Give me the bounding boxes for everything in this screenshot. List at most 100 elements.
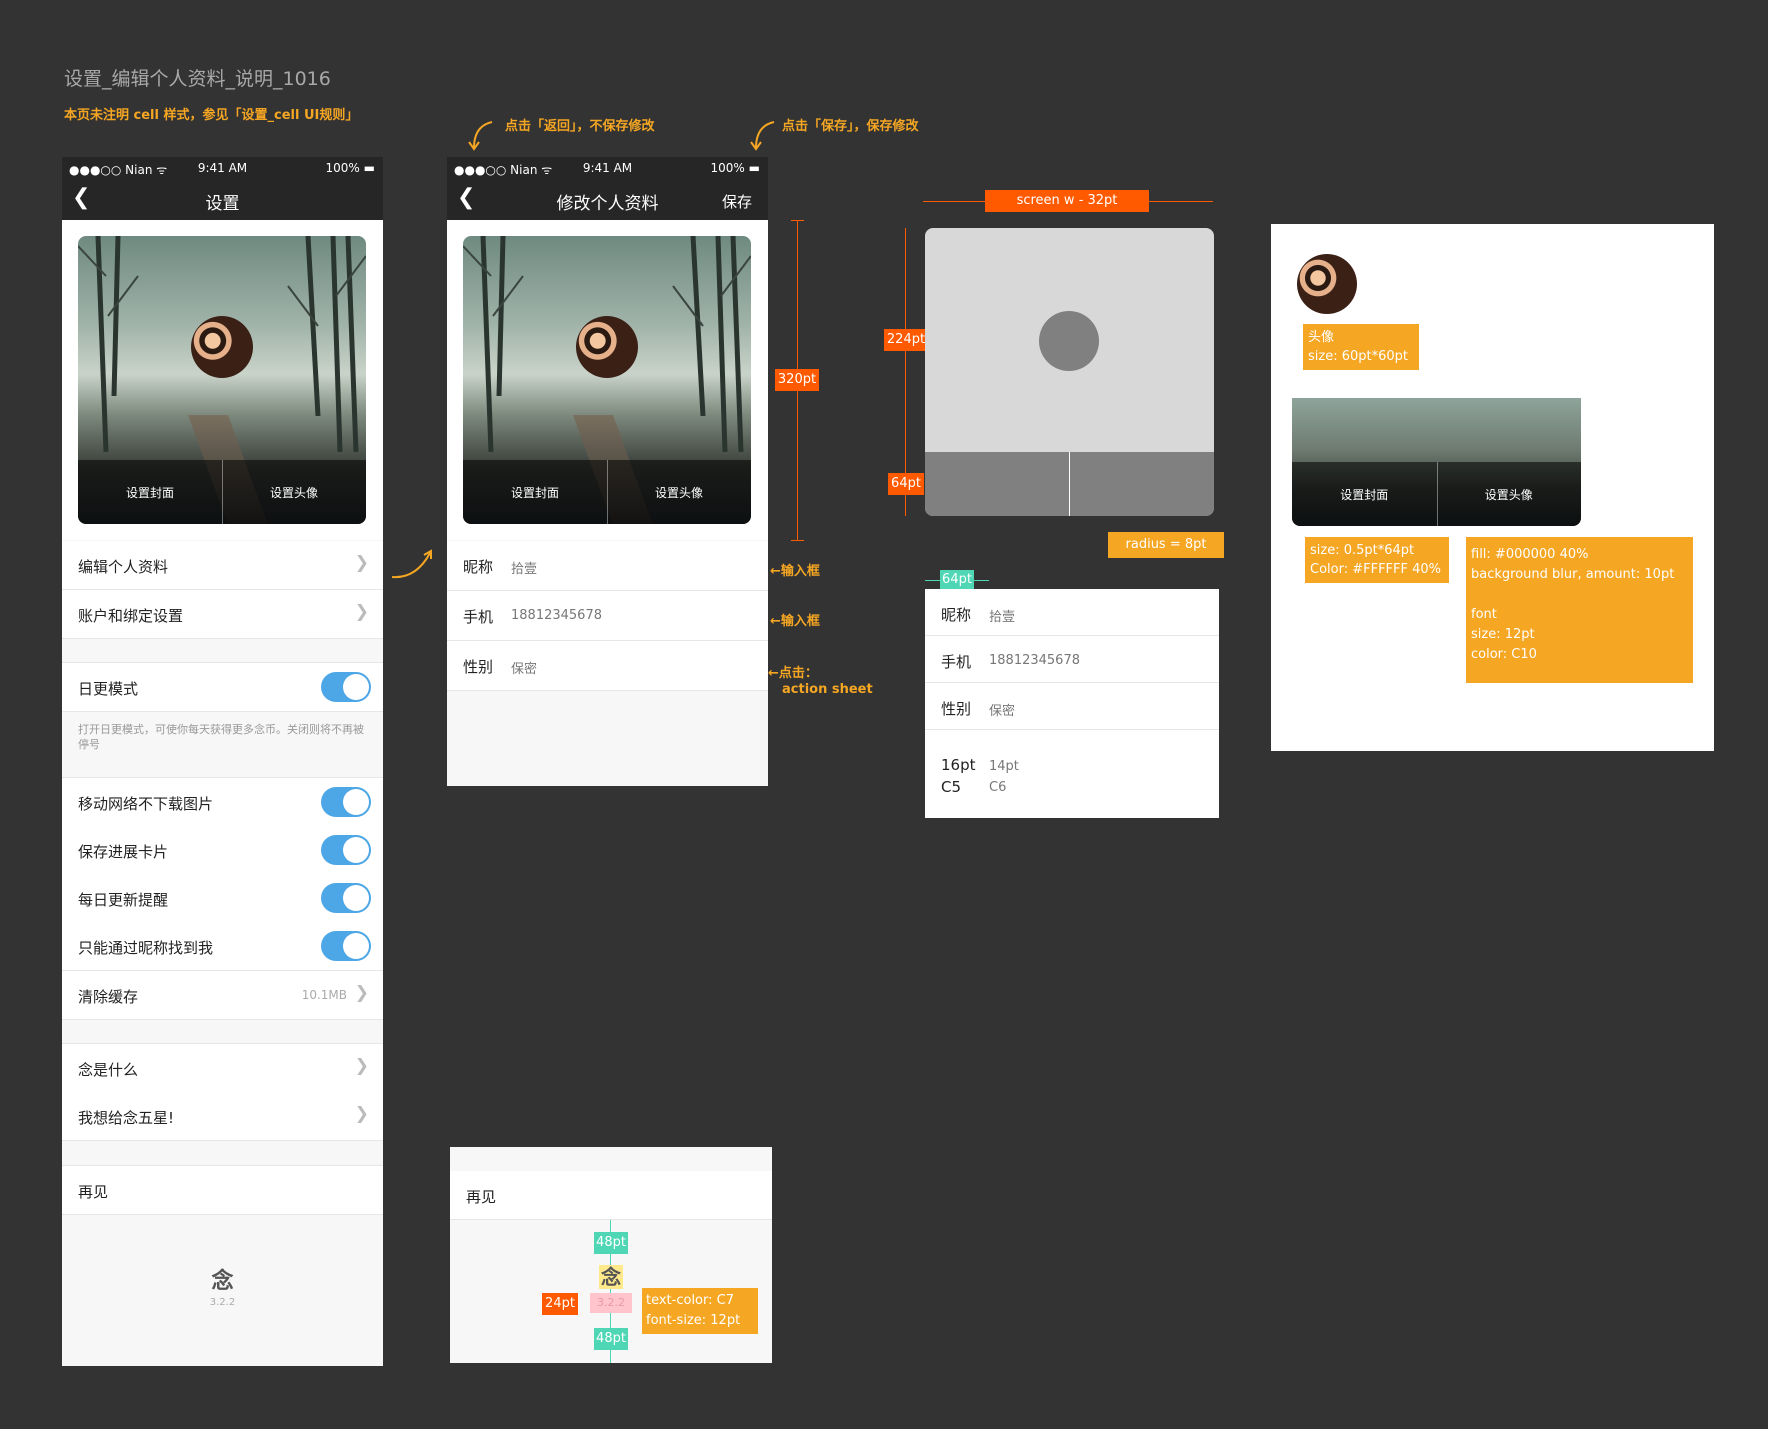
nickname-field[interactable]: 拾壹 [989, 606, 1015, 625]
page-note: 本页未注明 cell 样式，参见「设置_cell UI规则」 [64, 108, 359, 123]
set-cover-button[interactable]: 设置封面 [78, 484, 222, 501]
nav-title: 设置 [205, 194, 240, 214]
tap-annotation: ←点击： [768, 666, 818, 681]
find-by-nickname-toggle[interactable] [321, 931, 371, 961]
save-progress-card-cell: 保存进展卡片 [62, 826, 383, 875]
back-annotation: 点击「返回」，不保存修改 [505, 119, 655, 134]
value-font-color: C6 [989, 780, 1007, 795]
no-images-mobile-label: 移动网络不下载图片 [78, 795, 214, 813]
edit-profile-cell[interactable]: 编辑个人资料 ❯ [62, 541, 383, 590]
height-64-tag: 64pt [888, 473, 924, 495]
daily-mode-note: 打开日更模式，可使你每天获得更多念币。关闭则将不再被停号 [62, 722, 383, 772]
avatar[interactable] [191, 316, 253, 378]
avatar [1297, 254, 1357, 314]
what-is-nian-cell[interactable]: 念是什么 ❯ [62, 1043, 383, 1093]
gender-value: 保密 [511, 662, 538, 677]
set-avatar-button[interactable]: 设置头像 [222, 484, 366, 501]
cover-image[interactable]: 设置封面 设置头像 [463, 236, 751, 524]
divider-spec-color: Color: #FFFFFF 40% [1310, 562, 1442, 577]
bar-spec-blur: background blur, amount: 10pt [1471, 567, 1675, 582]
measure-cap [791, 540, 804, 541]
nickname-cell[interactable]: 昵称 拾壹 [925, 589, 1219, 636]
edit-profile-screen: ●●●○○ Nian ᯤ 9:41 AM 100% ▬ ❮ 修改个人资料 保存 … [447, 157, 768, 786]
gender-cell[interactable]: 性别 保密 [925, 683, 1219, 730]
cover-action-bar: 设置封面 设置头像 [463, 460, 751, 524]
set-avatar-button[interactable]: 设置头像 [607, 484, 751, 501]
avatar-spec: 头像 size: 60pt*60pt [1303, 324, 1419, 370]
nav-title: 修改个人资料 [556, 194, 659, 214]
nickname-field[interactable]: 拾壹 [511, 558, 537, 577]
nickname-label: 昵称 [463, 558, 494, 576]
rate-five-stars-cell[interactable]: 我想给念五星! ❯ [62, 1092, 383, 1141]
goodbye-cell[interactable]: 再见 [450, 1171, 772, 1220]
gender-value: 保密 [989, 704, 1016, 719]
daily-mode-label: 日更模式 [78, 680, 139, 698]
no-images-mobile-cell: 移动网络不下载图片 [62, 777, 383, 827]
app-version: 3.2.2 [209, 1297, 236, 1308]
avatar-spec-size: size: 60pt*60pt [1308, 349, 1409, 364]
daily-mode-toggle[interactable] [321, 672, 371, 702]
edit-profile-label: 编辑个人资料 [78, 558, 169, 576]
phone-cell[interactable]: 手机 18812345678 [925, 636, 1219, 683]
find-by-nickname-label: 只能通过昵称找到我 [78, 939, 214, 957]
gender-cell[interactable]: 性别 保密 [447, 641, 768, 691]
clear-cache-cell[interactable]: 清除缓存 10.1MB ❯ [62, 971, 383, 1020]
radius-tag: radius = 8pt [1108, 532, 1224, 558]
gap-24-tag: 24pt [542, 1293, 578, 1315]
nickname-cell[interactable]: 昵称 拾壹 [447, 541, 768, 591]
divider-spec: size: 0.5pt*64pt Color: #FFFFFF 40% [1305, 537, 1449, 583]
save-progress-card-toggle[interactable] [321, 835, 371, 865]
phone-cell[interactable]: 手机 18812345678 [447, 591, 768, 641]
divider-spec-size: size: 0.5pt*64pt [1310, 543, 1415, 558]
battery-label: 100% ▬ [710, 161, 760, 175]
goodbye-cell[interactable]: 再见 [62, 1165, 383, 1215]
measure-cap [791, 220, 804, 221]
app-version: 3.2.2 [590, 1293, 632, 1313]
cover-crop: 设置封面 设置头像 [1292, 398, 1581, 526]
cover-image[interactable]: 设置封面 设置头像 [78, 236, 366, 524]
save-pointer-icon [750, 121, 775, 151]
label-font-spec: 16pt C5 [941, 754, 976, 798]
cover-detail-spec: 头像 size: 60pt*60pt 设置封面 设置头像 size: 0.5pt… [1271, 224, 1714, 751]
daily-mode-cell: 日更模式 [62, 662, 383, 712]
goodbye-label: 再见 [78, 1183, 109, 1201]
cover-section: 设置封面 设置头像 [447, 220, 768, 540]
bar-spec-font: font [1471, 607, 1497, 622]
clear-cache-label: 清除缓存 [78, 988, 139, 1006]
save-progress-card-label: 保存进展卡片 [78, 843, 169, 861]
set-cover-button[interactable]: 设置封面 [463, 484, 607, 501]
cache-size: 10.1MB [301, 988, 347, 1002]
action-sheet-annotation: action sheet [782, 682, 873, 697]
footer-spec: 再见 48pt 念 3.2.2 24pt 48pt text-color: C7… [450, 1147, 772, 1363]
avatar[interactable] [576, 316, 638, 378]
phone-field[interactable]: 18812345678 [511, 608, 602, 623]
back-pointer-icon [468, 121, 493, 151]
daily-reminder-toggle[interactable] [321, 883, 371, 913]
chevron-right-icon: ❯ [354, 983, 369, 1003]
cover-section: 设置封面 设置头像 [62, 220, 383, 540]
goodbye-label: 再见 [466, 1188, 497, 1206]
chevron-right-icon: ❯ [354, 1104, 369, 1124]
input-annotation: ←输入框 [770, 564, 820, 579]
rate-five-stars-label: 我想给念五星! [78, 1109, 175, 1127]
gender-label: 性别 [463, 658, 494, 676]
cover-wireframe [925, 228, 1214, 516]
screen-width-tag: screen w - 32pt [985, 190, 1149, 212]
what-is-nian-label: 念是什么 [78, 1061, 139, 1079]
status-bar: ●●●○○ Nian ᯤ 9:41 AM 100% ▬ [447, 157, 768, 179]
label-font-color: C5 [941, 778, 962, 796]
bar-spec: fill: #000000 40% background blur, amoun… [1466, 537, 1693, 683]
daily-reminder-cell: 每日更新提醒 [62, 874, 383, 923]
flow-arrow-icon [391, 549, 432, 579]
status-bar: ●●●○○ Nian ᯤ 9:41 AM 100% ▬ [62, 157, 383, 179]
save-annotation: 点击「保存」，保存修改 [782, 119, 919, 134]
version-text-spec: text-color: C7 font-size: 12pt [642, 1288, 758, 1334]
text-color-spec: text-color: C7 [646, 1293, 734, 1308]
phone-field[interactable]: 18812345678 [989, 653, 1080, 668]
account-binding-cell[interactable]: 账户和绑定设置 ❯ [62, 590, 383, 639]
save-button[interactable]: 保存 [722, 191, 752, 212]
no-images-mobile-toggle[interactable] [321, 787, 371, 817]
set-avatar-button: 设置头像 [1484, 488, 1533, 502]
app-logo: 念 [211, 1269, 234, 1294]
input-annotation: ←输入框 [770, 614, 820, 629]
